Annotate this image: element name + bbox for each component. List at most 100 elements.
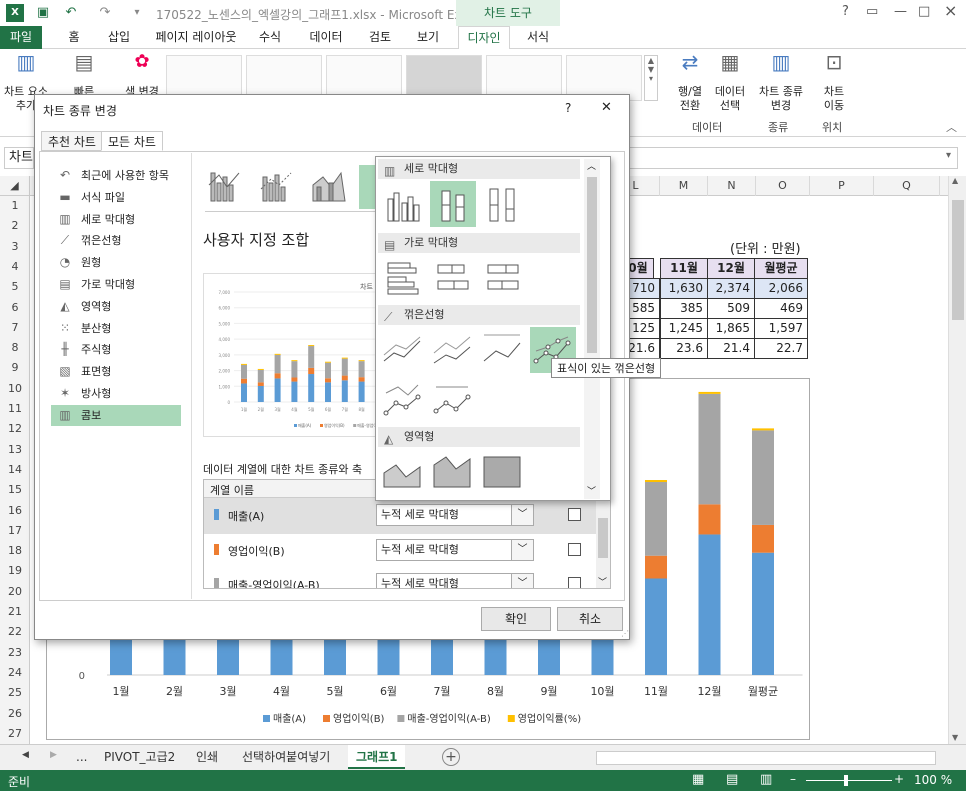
scroll-thumb[interactable]: [587, 177, 597, 353]
row-header[interactable]: 24: [0, 666, 30, 679]
tab-recommended-charts[interactable]: 추천 차트: [41, 131, 103, 151]
100-stacked-line-markers-option[interactable]: [430, 377, 476, 423]
table-cell[interactable]: 22.7: [754, 338, 808, 359]
line-option[interactable]: [380, 327, 426, 373]
table-cell[interactable]: 1,865: [707, 318, 755, 339]
scroll-up-icon[interactable]: ▲: [952, 176, 958, 185]
stacked-line-markers-option[interactable]: [380, 377, 426, 423]
table-header[interactable]: 월평균: [754, 258, 808, 279]
help-button[interactable]: ?: [842, 4, 849, 19]
save-icon[interactable]: ▣: [34, 4, 52, 22]
collapse-ribbon-icon[interactable]: ︿: [946, 119, 957, 135]
table-header[interactable]: 11월: [660, 258, 708, 279]
row-header[interactable]: 23: [0, 646, 30, 659]
series-chart-type-select[interactable]: 누적 세로 막대형 ﹀: [376, 573, 534, 588]
row-header[interactable]: 14: [0, 463, 30, 476]
switch-row-column-button[interactable]: ⇄ 행/열 전환: [670, 52, 710, 113]
row-header[interactable]: 4: [0, 260, 30, 273]
scroll-thumb[interactable]: [598, 518, 608, 558]
chart-category-item[interactable]: ╫ 주식형: [51, 339, 181, 360]
restore-button[interactable]: □: [918, 4, 930, 19]
chart-category-item[interactable]: ◔ 원형: [51, 252, 181, 273]
expand-formula-icon[interactable]: ▾: [946, 150, 951, 161]
sheet-tab-active[interactable]: 그래프1: [348, 745, 406, 769]
secondary-axis-checkbox[interactable]: [568, 508, 581, 521]
vertical-scrollbar[interactable]: ▲ ▼: [948, 176, 966, 744]
row-header[interactable]: 1: [0, 199, 30, 212]
dialog-close-button[interactable]: ✕: [601, 100, 612, 115]
column-header[interactable]: P: [810, 176, 874, 196]
minimize-button[interactable]: —: [894, 4, 907, 19]
row-header[interactable]: 5: [0, 280, 30, 293]
table-cell[interactable]: 469: [754, 298, 808, 319]
select-all-corner[interactable]: ◢: [0, 176, 30, 196]
tab-review[interactable]: 검토: [362, 26, 398, 49]
resize-grip-icon[interactable]: ⋰: [621, 629, 629, 638]
ribbon-display-icon[interactable]: ▭: [866, 4, 878, 19]
row-header[interactable]: 7: [0, 321, 30, 334]
chevron-down-icon[interactable]: ﹀: [511, 505, 533, 525]
chart-category-item[interactable]: ◭ 영역형: [51, 296, 181, 317]
zoom-in-icon[interactable]: +: [894, 772, 904, 786]
series-chart-type-select[interactable]: 누적 세로 막대형 ﹀: [376, 504, 534, 526]
row-header[interactable]: 18: [0, 544, 30, 557]
chart-category-item[interactable]: ▥ 콤보: [51, 404, 181, 426]
table-cell[interactable]: 509: [707, 298, 755, 319]
tab-all-charts[interactable]: 모든 차트: [101, 131, 163, 151]
table-header[interactable]: 12월: [707, 258, 755, 279]
table-cell[interactable]: 1,630: [660, 278, 708, 299]
zoom-level[interactable]: 100 %: [914, 773, 952, 787]
chart-category-item[interactable]: ▧ 표면형: [51, 361, 181, 382]
move-chart-button[interactable]: ⊡ 차트 이동: [816, 52, 852, 113]
row-header[interactable]: 19: [0, 564, 30, 577]
scroll-down-icon[interactable]: ▼: [952, 733, 958, 742]
sheet-tab-more[interactable]: ...: [68, 745, 95, 769]
table-cell[interactable]: 385: [660, 298, 708, 319]
row-header[interactable]: 15: [0, 483, 30, 496]
chart-category-item[interactable]: ✶ 방사형: [51, 383, 181, 404]
series-chart-type-select[interactable]: 누적 세로 막대형 ﹀: [376, 539, 534, 561]
chart-category-item[interactable]: ⁙ 분산형: [51, 318, 181, 339]
row-header[interactable]: 13: [0, 443, 30, 456]
clustered-column-option[interactable]: [380, 181, 426, 227]
column-header[interactable]: Q: [874, 176, 940, 196]
column-header[interactable]: M: [660, 176, 708, 196]
100-stacked-line-option[interactable]: [480, 327, 526, 373]
dialog-help-button[interactable]: ?: [565, 101, 571, 115]
column-header[interactable]: N: [708, 176, 756, 196]
tab-data[interactable]: 데이터: [304, 26, 348, 49]
tab-format[interactable]: 서식: [520, 26, 556, 49]
chart-category-item[interactable]: ↶ 최근에 사용한 항목: [51, 165, 181, 186]
row-header[interactable]: 2: [0, 219, 30, 232]
select-data-button[interactable]: ▦ 데이터 선택: [710, 52, 750, 113]
stacked-area-option[interactable]: [430, 449, 476, 495]
table-cell[interactable]: 1,245: [660, 318, 708, 339]
tab-page-layout[interactable]: 페이지 레이아웃: [148, 26, 244, 49]
customize-toolbar-icon[interactable]: ▾: [128, 4, 146, 22]
chevron-down-icon[interactable]: ﹀: [511, 540, 533, 560]
zoom-slider[interactable]: [806, 780, 892, 781]
100-stacked-column-option[interactable]: [480, 181, 526, 227]
row-header[interactable]: 10: [0, 382, 30, 395]
row-header[interactable]: 26: [0, 707, 30, 720]
row-header[interactable]: 6: [0, 301, 30, 314]
tab-view[interactable]: 보기: [410, 26, 446, 49]
row-header[interactable]: 20: [0, 585, 30, 598]
scroll-down-icon[interactable]: ﹀: [587, 484, 596, 497]
chart-category-item[interactable]: ⟋ 꺾은선형: [51, 230, 181, 251]
row-header[interactable]: 17: [0, 524, 30, 537]
chart-category-item[interactable]: ▥ 세로 막대형: [51, 209, 181, 230]
series-table-scrollbar[interactable]: ﹀: [596, 498, 610, 588]
formula-input[interactable]: [628, 147, 958, 169]
row-header[interactable]: 9: [0, 361, 30, 374]
row-header[interactable]: 3: [0, 240, 30, 253]
chart-category-item[interactable]: ▬ 서식 파일: [51, 187, 181, 208]
scroll-down-icon[interactable]: ﹀: [598, 575, 607, 588]
table-cell[interactable]: 21.4: [707, 338, 755, 359]
secondary-axis-checkbox[interactable]: [568, 543, 581, 556]
redo-icon[interactable]: ↷: [96, 4, 114, 22]
horizontal-scrollbar[interactable]: [596, 751, 936, 765]
stacked-column-option[interactable]: [430, 181, 476, 227]
close-button[interactable]: ×: [944, 1, 957, 20]
stacked-bar-option[interactable]: [430, 255, 476, 301]
